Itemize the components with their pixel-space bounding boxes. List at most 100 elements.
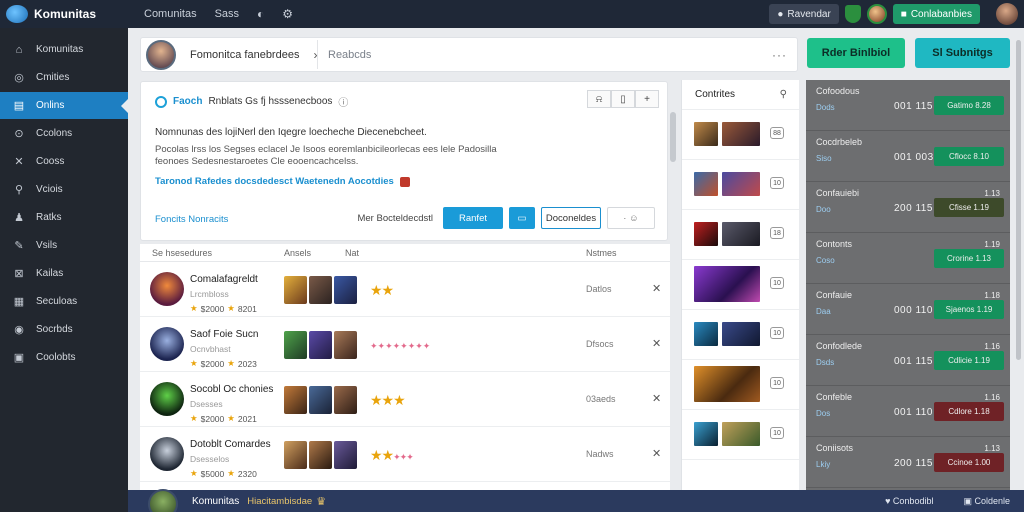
stat-row[interactable]: Confauie Daa 000 110 1.18 Sjaenos 1.19 (806, 284, 1010, 335)
hero-thumb[interactable] (284, 331, 307, 359)
bell-icon[interactable]: ⍾ (587, 90, 611, 108)
content-item[interactable]: 88 (682, 110, 799, 160)
scrollbar[interactable] (670, 112, 676, 162)
close-icon[interactable]: ✕ (652, 337, 661, 350)
shield-icon[interactable] (844, 5, 861, 23)
table-row[interactable]: Socobl Oc chonies Dsesses ★ $2000 ★ 2021 ★★… (140, 372, 670, 427)
stat-row[interactable]: Confeble Dos 001 110 1.16 Cdlore 1.18 (806, 386, 1010, 437)
top-bar: Komunitas Comunitas Sass ◐ ⚙ ● Ravendar … (0, 0, 1024, 28)
copy-icon[interactable]: ▯ (611, 90, 635, 108)
sidebar-item-10[interactable]: ▦ Seculoas (0, 288, 128, 315)
table-row[interactable]: Saof Foie Sucn Ocnvbhast ★ $2000 ★ 2023 ✦✦✦… (140, 317, 670, 372)
stat-button[interactable]: Cdlore 1.18 (934, 402, 1004, 421)
stat-row[interactable]: Cofoodous Dods 001 115 Gatimo 8.28 (806, 80, 1010, 131)
sidebar-item-11[interactable]: ◉ Socrbds (0, 316, 128, 343)
hero-thumb[interactable] (334, 386, 357, 414)
secondary-action-button[interactable]: Sl Subnitgs (915, 38, 1010, 68)
image-button[interactable]: ▭ (509, 207, 535, 229)
sidebar-item-12[interactable]: ▣ Coolobts (0, 344, 128, 371)
bottom-link-2[interactable]: ▣ Coldenle (963, 496, 1010, 507)
stat-row[interactable]: Contonts Coso 1.19 Crorine 1.13 (806, 233, 1010, 284)
stat-button[interactable]: Ccinoe 1.00 (934, 453, 1004, 472)
content-thumb (722, 222, 760, 246)
bottom-link-1[interactable]: ♥ Conbodibl (885, 496, 933, 507)
sidebar-item-7[interactable]: ♟ Ratks (0, 204, 128, 231)
column-header[interactable]: Nstmes (586, 248, 617, 258)
community-pill[interactable]: ■ Conlabanbies (892, 4, 980, 24)
avatar[interactable] (146, 39, 176, 70)
column-header[interactable]: Nat (345, 248, 359, 258)
content-item[interactable]: 10 (682, 160, 799, 210)
flag-icon (399, 176, 410, 187)
hero-thumb[interactable] (334, 276, 357, 304)
sidebar-item-8[interactable]: ✎ Vsils (0, 232, 128, 259)
stat-button[interactable]: Sjaenos 1.19 (934, 300, 1004, 319)
close-icon[interactable]: ✕ (652, 447, 661, 460)
hero-thumb[interactable] (284, 441, 307, 469)
stat-button[interactable]: Gatimo 8.28 (934, 96, 1004, 115)
row-name: Comalafagreldt (190, 274, 258, 285)
content-item[interactable]: 18 (682, 210, 799, 260)
column-header[interactable]: Se hsesedures (152, 248, 212, 258)
table-row[interactable]: Comalafagreldt Lrcmbloss ★ $2000 ★ 8201 ★★ … (140, 262, 670, 317)
close-icon[interactable]: ✕ (652, 392, 661, 405)
sidebar-item-4[interactable]: ⊙ Ccolons (0, 120, 128, 147)
moon-icon[interactable]: ◐ (257, 7, 264, 21)
hero-thumb[interactable] (284, 276, 307, 304)
user-avatar[interactable] (996, 3, 1018, 25)
draft-button[interactable]: Doconeldes (541, 207, 601, 229)
stat-number: 1.13 (984, 189, 1000, 198)
sidebar-item-9[interactable]: ⊠ Kailas (0, 260, 128, 287)
sidebar-item-1[interactable]: ⌂ Komunitas (0, 36, 128, 63)
search-input[interactable]: Reabcds (317, 40, 787, 69)
logo[interactable]: Komunitas (6, 5, 134, 23)
submit-button[interactable]: Ranfet (443, 207, 503, 229)
top-nav-item-1[interactable]: Comunitas (144, 8, 197, 20)
stat-row[interactable]: Confauiebi Doo 200 115 1.13 Cfisse 1.19 (806, 182, 1010, 233)
content-item[interactable]: 10 (682, 360, 799, 410)
scrollbar[interactable] (1016, 40, 1021, 360)
content-item[interactable]: 10 (682, 410, 799, 460)
stat-row[interactable]: Cocdrbeleb Siso 001 003 Cflocc 8.10 (806, 131, 1010, 182)
page-title[interactable]: Fomonitca fanebrdees (190, 49, 299, 61)
hero-thumb[interactable] (309, 331, 332, 359)
content-item[interactable]: 10 (682, 310, 799, 360)
top-nav-item-2[interactable]: Sass (215, 8, 239, 20)
gear-icon[interactable]: ⚙ (282, 7, 293, 21)
sidebar-item-5[interactable]: ✕ Cooss (0, 148, 128, 175)
hero-thumb[interactable] (334, 331, 357, 359)
emoji-button[interactable]: · ☺ (607, 207, 655, 229)
sidebar-item-6[interactable]: ⚲ Vciois (0, 176, 128, 203)
hero-thumbs (284, 276, 357, 304)
stat-button[interactable]: Crorine 1.13 (934, 249, 1004, 268)
hero-thumb[interactable] (309, 276, 332, 304)
avatar[interactable] (148, 489, 178, 512)
member-list: Se hsesedures Ansels Nat Nstmes Comalafa… (140, 244, 670, 490)
hero-thumb[interactable] (309, 386, 332, 414)
stat-row[interactable]: Confodlede Dsds 001 115 1.16 Cdlicie 1.1… (806, 335, 1010, 386)
sidebar-item-3[interactable]: ▤ Onlins (0, 92, 128, 119)
composer-link-line[interactable]: Taronod Rafedes docsdedesct Waetenedn Ao… (155, 176, 410, 187)
count-badge: 18 (770, 227, 784, 239)
hero-thumb[interactable] (309, 441, 332, 469)
pin-icon[interactable]: ⚲ (780, 89, 787, 100)
profile-pill[interactable]: ● Ravendar (769, 4, 839, 24)
sidebar-item-label: Coolobts (36, 352, 76, 363)
close-icon[interactable]: ✕ (652, 282, 661, 295)
hero-thumb[interactable] (334, 441, 357, 469)
avatar[interactable] (866, 4, 887, 24)
composer-head-link[interactable]: Faoch (173, 96, 202, 107)
content-item[interactable]: 10 (682, 260, 799, 310)
stat-row[interactable]: Coniisots Lkiy 200 115 1.13 Ccinoe 1.00 (806, 437, 1010, 488)
stat-button[interactable]: Cdlicie 1.19 (934, 351, 1004, 370)
table-row[interactable]: Dotoblt Comardes Dsesselos ★ $5000 ★ 2320 ★… (140, 427, 670, 482)
primary-action-button[interactable]: Rder Binlbiol (807, 38, 905, 68)
composer-link[interactable]: Foncits Nonracits (155, 214, 228, 225)
sidebar-item-2[interactable]: ◎ Cmities (0, 64, 128, 91)
plus-icon[interactable]: + (635, 90, 659, 108)
column-header[interactable]: Ansels (284, 248, 311, 258)
stat-button[interactable]: Cfisse 1.19 (934, 198, 1004, 217)
stat-button[interactable]: Cflocc 8.10 (934, 147, 1004, 166)
hero-thumb[interactable] (284, 386, 307, 414)
more-icon[interactable]: ··· (772, 48, 787, 62)
